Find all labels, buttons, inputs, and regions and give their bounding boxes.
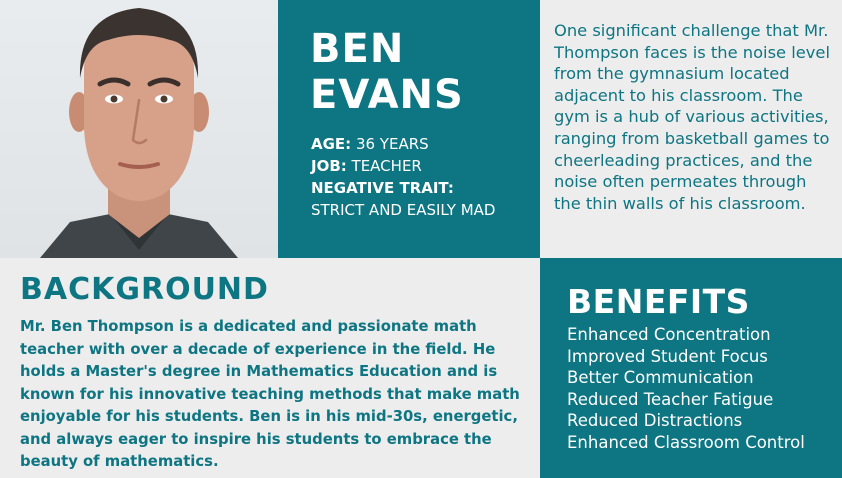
portrait-illustration bbox=[40, 8, 238, 258]
benefits-title: BENEFITS bbox=[567, 282, 750, 321]
benefits-list: Enhanced Concentration Improved Student … bbox=[567, 324, 805, 454]
benefit-item: Enhanced Classroom Control bbox=[567, 432, 805, 452]
benefit-item: Improved Student Focus bbox=[567, 346, 768, 366]
job-value: TEACHER bbox=[351, 157, 422, 175]
background-text: Mr. Ben Thompson is a dedicated and pass… bbox=[20, 318, 520, 470]
challenge-section: One significant challenge that Mr. Thomp… bbox=[540, 0, 842, 258]
job-label: JOB: bbox=[311, 157, 347, 175]
benefits-section: BENEFITS Enhanced Concentration Improved… bbox=[540, 258, 842, 478]
benefit-item: Enhanced Concentration bbox=[567, 325, 771, 344]
background-title: BACKGROUND bbox=[20, 272, 269, 307]
trait-label: NEGATIVE TRAIT: bbox=[311, 179, 454, 197]
age-row: AGE: 36 YEARS bbox=[311, 133, 495, 155]
benefit-item: Better Communication bbox=[567, 368, 754, 388]
benefit-item: Reduced Teacher Fatigue bbox=[567, 389, 774, 409]
trait-value: STRICT AND EASILY MAD bbox=[311, 201, 496, 219]
profile-card: BEN EVANS AGE: 36 YEARS JOB: TEACHER NEG… bbox=[278, 0, 540, 258]
trait-label-row: NEGATIVE TRAIT: bbox=[311, 177, 495, 199]
background-section: BACKGROUND Mr. Ben Thompson is a dedicat… bbox=[0, 258, 540, 478]
age-label: AGE: bbox=[311, 135, 352, 153]
persona-last-name: EVANS bbox=[310, 72, 464, 118]
age-value: 36 YEARS bbox=[355, 135, 429, 153]
persona-first-name: BEN bbox=[310, 26, 405, 72]
job-row: JOB: TEACHER bbox=[311, 155, 495, 177]
persona-name: BEN EVANS bbox=[310, 26, 464, 118]
benefit-item: Reduced Distractions bbox=[567, 411, 743, 431]
persona-details: AGE: 36 YEARS JOB: TEACHER NEGATIVE TRAI… bbox=[311, 133, 495, 221]
profile-photo bbox=[0, 0, 278, 258]
challenge-text: One significant challenge that Mr. Thomp… bbox=[554, 21, 830, 213]
